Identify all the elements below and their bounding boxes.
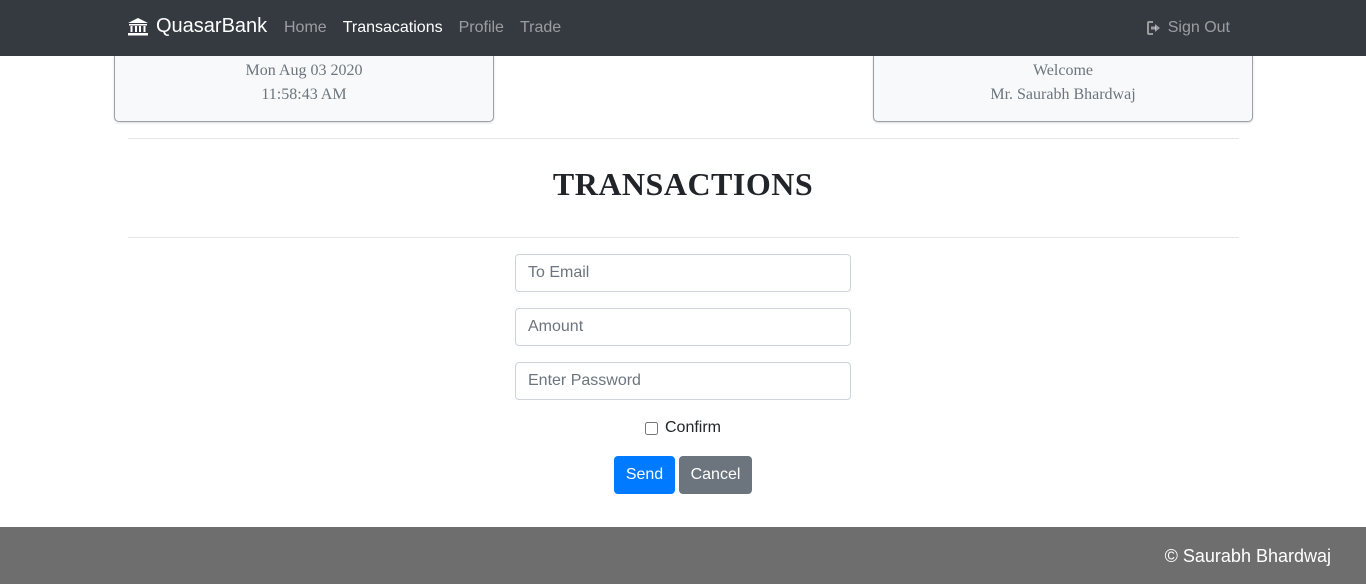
confirm-option[interactable]: Confirm — [645, 419, 721, 437]
nav-link-trade[interactable]: Trade — [520, 18, 561, 38]
cancel-button[interactable]: Cancel — [679, 456, 752, 494]
brand-name: QuasarBank — [156, 15, 268, 37]
page-title: TRANSACTIONS — [552, 166, 814, 202]
password-input[interactable] — [515, 362, 851, 400]
current-time: 11:58:43 AM — [261, 86, 347, 103]
amount-input[interactable] — [515, 308, 851, 346]
datetime-card: Mon Aug 03 2020 11:58:43 AM — [114, 56, 494, 122]
page-footer: © Saurabh Bhardwaj — [0, 527, 1366, 584]
to-email-input[interactable] — [515, 254, 851, 292]
brand-logo[interactable]: QuasarBank — [128, 15, 267, 38]
welcome-card: Welcome Mr. Saurabh Bhardwaj — [873, 56, 1253, 122]
user-name: Mr. Saurabh Bhardwaj — [990, 86, 1136, 103]
sign-out-label: Sign Out — [1167, 19, 1230, 36]
nav-link-profile[interactable]: Profile — [459, 18, 504, 38]
footer-copyright: © Saurabh Bhardwaj — [1164, 546, 1331, 566]
nav-link-transactions[interactable]: Transacations — [343, 18, 443, 38]
nav-link-home[interactable]: Home — [284, 18, 327, 38]
sign-out-icon — [1146, 21, 1160, 35]
top-navbar: QuasarBank Home Transacations Profile Tr… — [0, 0, 1366, 56]
current-date: Mon Aug 03 2020 — [245, 62, 363, 79]
confirm-checkbox[interactable] — [645, 421, 658, 435]
confirm-label: Confirm — [665, 419, 722, 436]
welcome-greeting: Welcome — [1032, 62, 1093, 79]
send-button[interactable]: Send — [614, 456, 675, 494]
bank-icon — [128, 17, 148, 35]
divider-top — [128, 138, 1239, 139]
sign-out-link[interactable]: Sign Out — [1146, 18, 1230, 38]
divider-bottom — [128, 237, 1239, 238]
nav-links: Home Transacations Profile Trade — [284, 18, 577, 38]
